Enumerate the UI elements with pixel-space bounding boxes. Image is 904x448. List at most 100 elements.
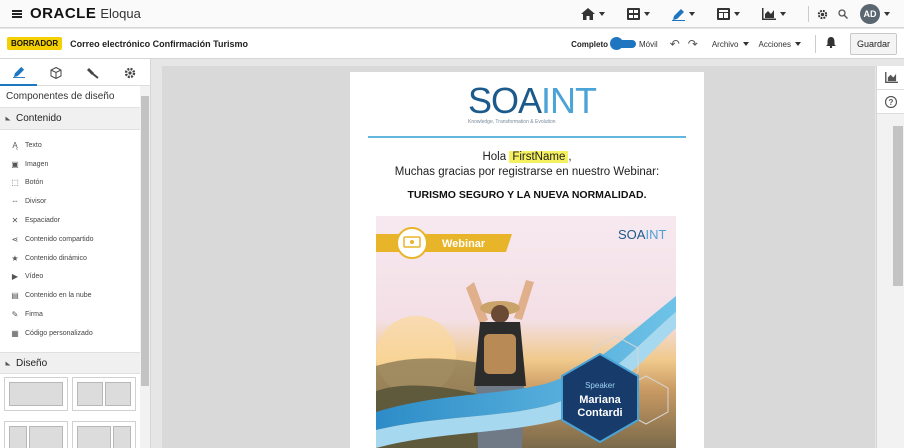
section-content-label: Contenido [16, 113, 62, 124]
component-text[interactable]: Ą Texto [0, 136, 140, 155]
chart-icon [762, 8, 776, 20]
tab-styles[interactable] [74, 59, 111, 86]
soaint-logo: SOAINT [468, 80, 597, 121]
component-shared-content[interactable]: ⋖ Contenido compartido [0, 230, 140, 249]
product-name: Eloqua [100, 6, 141, 21]
speaker-label: Speaker [585, 381, 615, 390]
layout-sidebar-right[interactable] [72, 421, 136, 448]
notifications-button[interactable] [825, 37, 836, 51]
spacer-icon: ✕ [11, 216, 19, 226]
chevron-down-icon [742, 42, 749, 46]
contacts-menu[interactable] [717, 8, 740, 20]
divider-line [368, 136, 686, 138]
component-label: Botón [25, 179, 44, 187]
file-menu-label: Archivo [711, 39, 739, 49]
component-divider[interactable]: ┄ Divisor [0, 192, 140, 211]
email-canvas: SOAINT Knowledge, Transformation & Evolu… [162, 66, 875, 448]
edit-icon [12, 66, 25, 78]
section-content-header[interactable]: Contenido [0, 108, 140, 130]
analytics-button[interactable] [877, 66, 904, 90]
component-label: Espaciador [25, 217, 61, 225]
divider [814, 35, 816, 53]
grid-icon [627, 8, 640, 20]
user-menu[interactable]: AD [860, 4, 890, 24]
email-body[interactable]: SOAINT Knowledge, Transformation & Evolu… [350, 72, 704, 448]
button-icon: ⬚ [11, 178, 19, 188]
component-label: Texto [25, 141, 42, 149]
image-icon: ▣ [11, 159, 19, 169]
top-navigation-bar: ORACLE Eloqua AD [0, 0, 904, 28]
status-badge: BORRADOR [7, 37, 63, 50]
edit-icon [672, 8, 685, 21]
component-label: Divisor [25, 198, 47, 206]
layout-two-columns[interactable] [72, 377, 136, 411]
tab-design[interactable] [0, 59, 37, 86]
star-icon: ★ [11, 253, 19, 263]
settings-button[interactable] [817, 9, 828, 20]
component-label: Firma [25, 311, 43, 319]
component-spacer[interactable]: ✕ Espaciador [0, 211, 140, 230]
redo-icon[interactable]: ↷ [688, 37, 698, 51]
webinar-label: Webinar [442, 238, 486, 250]
collapse-icon [5, 116, 11, 121]
svg-text:?: ? [889, 98, 894, 107]
panel-scrollbar[interactable] [140, 86, 150, 448]
webinar-title[interactable]: TURISMO SEGURO Y LA NUEVA NORMALIDAD. [350, 189, 704, 201]
gear-icon [817, 9, 828, 19]
view-mobile-label: Móvil [639, 39, 658, 49]
component-dynamic-content[interactable]: ★ Contenido dinámico [0, 249, 140, 268]
component-label: Código personalizado [25, 329, 93, 337]
undo-icon[interactable]: ↶ [670, 37, 680, 51]
share-icon: ⋖ [11, 234, 19, 244]
component-cloud-content[interactable]: ▤ Contenido en la nube [0, 286, 140, 305]
text-icon: Ą [12, 140, 18, 150]
view-full-label: Completo [571, 39, 609, 49]
component-signature[interactable]: ✎ Firma [0, 305, 140, 324]
component-image[interactable]: ▣ Imagen [0, 155, 140, 174]
components-panel: Componentes de diseño Contenido Ą Texto ▣… [0, 59, 151, 448]
code-icon: ▦ [11, 328, 19, 338]
panel-heading: Componentes de diseño [0, 86, 140, 108]
home-icon [581, 8, 595, 20]
menu-icon[interactable] [12, 9, 22, 18]
greeting-text[interactable]: Hola FirstName, [350, 151, 704, 163]
layout-one-column[interactable] [4, 377, 68, 411]
webinar-banner-image[interactable]: Webinar SOAINT Speaker Mariana Contardi [376, 216, 676, 448]
file-menu-button[interactable]: Archivo [712, 40, 749, 49]
right-rail: ? [876, 66, 904, 448]
component-label: Vídeo [25, 273, 44, 281]
cloud-file-icon: ▤ [11, 291, 19, 301]
campaigns-menu[interactable] [627, 8, 650, 20]
merge-field[interactable]: FirstName [509, 151, 569, 163]
assets-menu[interactable] [672, 8, 695, 21]
speaker-last-name: Contardi [577, 407, 622, 419]
tab-components[interactable] [37, 59, 74, 86]
gear-icon [124, 67, 135, 78]
editor-toolbar: BORRADOR Correo electrónico Confirmación… [0, 29, 904, 59]
component-label: Imagen [25, 160, 49, 168]
actions-menu-label: Acciones [758, 39, 791, 49]
actions-menu-button[interactable]: Acciones [759, 40, 801, 49]
play-icon: ▶ [11, 272, 19, 282]
home-menu[interactable] [581, 8, 605, 20]
canvas-scrollbar[interactable] [893, 126, 903, 286]
component-custom-code[interactable]: ▦ Código personalizado [0, 324, 140, 343]
insight-menu[interactable] [762, 8, 786, 20]
help-icon: ? [885, 95, 897, 108]
chevron-down-icon [794, 42, 801, 46]
view-toggle[interactable] [610, 37, 637, 50]
section-design-header[interactable]: Diseño [0, 352, 140, 374]
document-title: Correo electrónico Confirmación Turismo [70, 38, 248, 49]
logo-tagline: Knowledge, Transformation & Evolution [468, 119, 556, 125]
tab-settings[interactable] [111, 59, 148, 86]
component-label: Contenido compartido [25, 235, 94, 243]
save-button[interactable]: Guardar [849, 33, 897, 55]
search-button[interactable] [838, 9, 848, 19]
thanks-text[interactable]: Muchas gracias por registrarse en nuestr… [350, 166, 704, 178]
component-button[interactable]: ⬚ Botón [0, 174, 140, 193]
layout-sidebar-left[interactable] [4, 421, 68, 448]
help-button[interactable]: ? [877, 90, 904, 114]
component-video[interactable]: ▶ Vídeo [0, 268, 140, 287]
banner-logo: SOAINT [618, 227, 666, 242]
toolbar-actions: Completo Móvil ↶ ↷ Archivo Acciones Guar… [571, 29, 897, 59]
